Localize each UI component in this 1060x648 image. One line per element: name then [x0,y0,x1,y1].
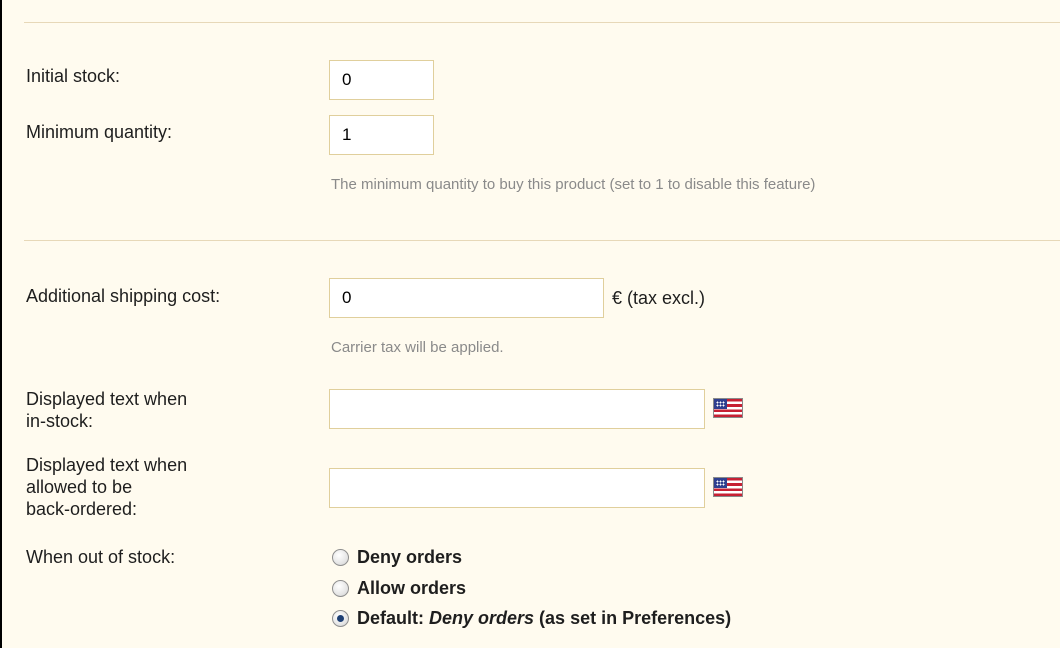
allow-orders-radio[interactable] [332,579,349,597]
backorder-text-input[interactable] [329,468,705,508]
section-divider [24,240,1060,241]
default-radio[interactable] [332,609,349,627]
in-stock-text-label: Displayed text when in-stock: [26,388,187,432]
default-option-suffix: (as set in Preferences) [534,607,732,628]
top-divider [24,22,1060,23]
us-flag-icon[interactable] [713,477,743,497]
deny-orders-option[interactable]: Deny orders [332,545,462,569]
product-quantities-panel: Initial stock: Minimum quantity: The min… [0,0,1060,648]
shipping-cost-label: Additional shipping cost: [26,286,221,306]
shipping-cost-hint: Carrier tax will be applied. [331,339,504,356]
backorder-text-label: Displayed text when allowed to be back-o… [26,454,187,520]
allow-orders-option[interactable]: Allow orders [332,576,466,600]
minimum-quantity-hint: The minimum quantity to buy this product… [331,176,816,193]
in-stock-text-label-line1: Displayed text when [26,389,188,409]
allow-orders-label: Allow orders [357,577,467,598]
default-option[interactable]: Default: Deny orders (as set in Preferen… [332,606,731,630]
us-flag-icon[interactable] [713,398,743,418]
backorder-text-label-line2: allowed to be [26,477,133,497]
initial-stock-label: Initial stock: [26,66,121,86]
minimum-quantity-input[interactable] [329,115,434,155]
initial-stock-input[interactable] [329,60,434,100]
minimum-quantity-label: Minimum quantity: [26,122,173,142]
backorder-text-label-line1: Displayed text when [26,455,188,475]
deny-orders-radio[interactable] [332,548,349,566]
shipping-cost-currency-suffix: € (tax excl.) [612,288,706,308]
in-stock-text-input[interactable] [329,389,705,429]
deny-orders-label: Deny orders [357,546,463,567]
in-stock-text-label-line2: in-stock: [26,411,94,431]
out-of-stock-label: When out of stock: [26,547,176,567]
default-option-label: Default: Deny orders (as set in Preferen… [357,608,731,629]
backorder-text-label-line3: back-ordered: [26,499,138,519]
shipping-cost-input[interactable] [329,278,604,318]
default-option-italic: Deny orders [429,607,535,628]
default-option-prefix: Default: [357,607,429,628]
